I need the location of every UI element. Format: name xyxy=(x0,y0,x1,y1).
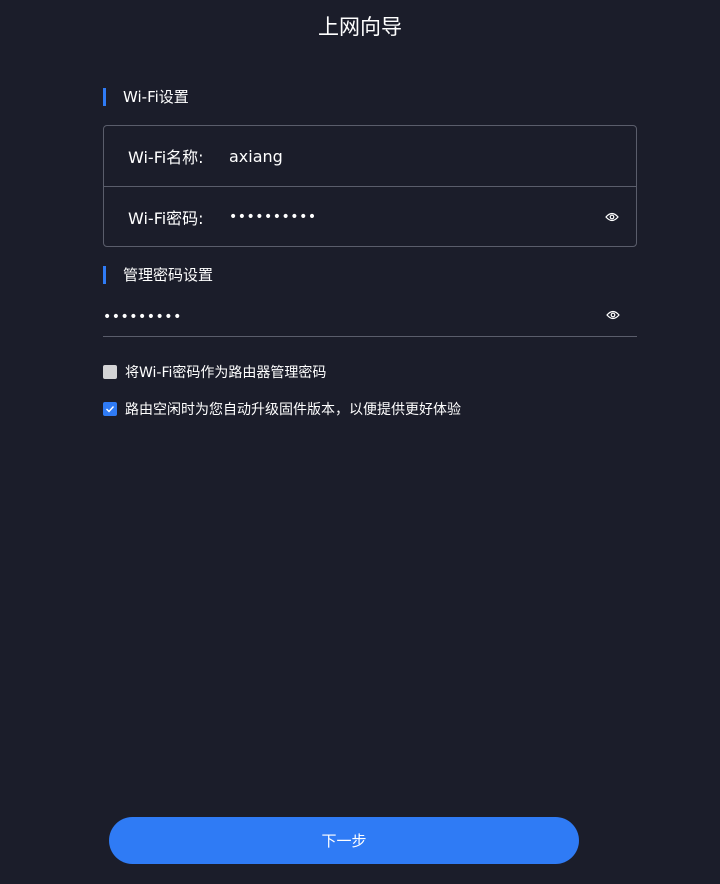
setup-wizard-page: 上网向导 Wi-Fi设置 Wi-Fi名称: axiang Wi-Fi密码: ••… xyxy=(0,0,720,884)
eye-icon[interactable] xyxy=(604,211,620,223)
eye-icon[interactable] xyxy=(605,309,621,321)
wifi-password-label: Wi-Fi密码: xyxy=(128,208,204,228)
wifi-settings-header: Wi-Fi设置 xyxy=(103,88,189,106)
auto-upgrade-label: 路由空闲时为您自动升级固件版本，以便提供更好体验 xyxy=(125,402,461,418)
use-wifi-password-option[interactable]: 将Wi-Fi密码作为路由器管理密码 xyxy=(103,362,326,382)
admin-password-title: 管理密码设置 xyxy=(123,266,214,284)
wifi-password-input[interactable]: •••••••••• xyxy=(229,209,317,225)
admin-password-input[interactable]: ••••••••• xyxy=(103,309,182,325)
wifi-name-input[interactable]: axiang xyxy=(229,147,283,166)
wifi-password-row: Wi-Fi密码: •••••••••• xyxy=(104,186,636,246)
next-button[interactable]: 下一步 xyxy=(109,817,579,864)
page-title: 上网向导 xyxy=(318,15,402,39)
section-accent-bar xyxy=(103,88,106,106)
wifi-settings-title: Wi-Fi设置 xyxy=(123,88,189,106)
admin-password-field: ••••••••• xyxy=(103,300,637,337)
checkmark-icon xyxy=(106,406,115,413)
wifi-settings-box: Wi-Fi名称: axiang Wi-Fi密码: •••••••••• xyxy=(103,125,637,247)
use-wifi-password-label: 将Wi-Fi密码作为路由器管理密码 xyxy=(125,365,327,381)
auto-upgrade-checkbox[interactable] xyxy=(103,402,117,416)
section-accent-bar xyxy=(103,266,106,284)
admin-password-header: 管理密码设置 xyxy=(103,266,213,284)
wifi-name-label: Wi-Fi名称: xyxy=(128,148,204,167)
auto-upgrade-option[interactable]: 路由空闲时为您自动升级固件版本，以便提供更好体验 xyxy=(103,399,461,419)
use-wifi-password-checkbox[interactable] xyxy=(103,365,117,379)
wifi-name-row: Wi-Fi名称: axiang xyxy=(104,126,636,186)
